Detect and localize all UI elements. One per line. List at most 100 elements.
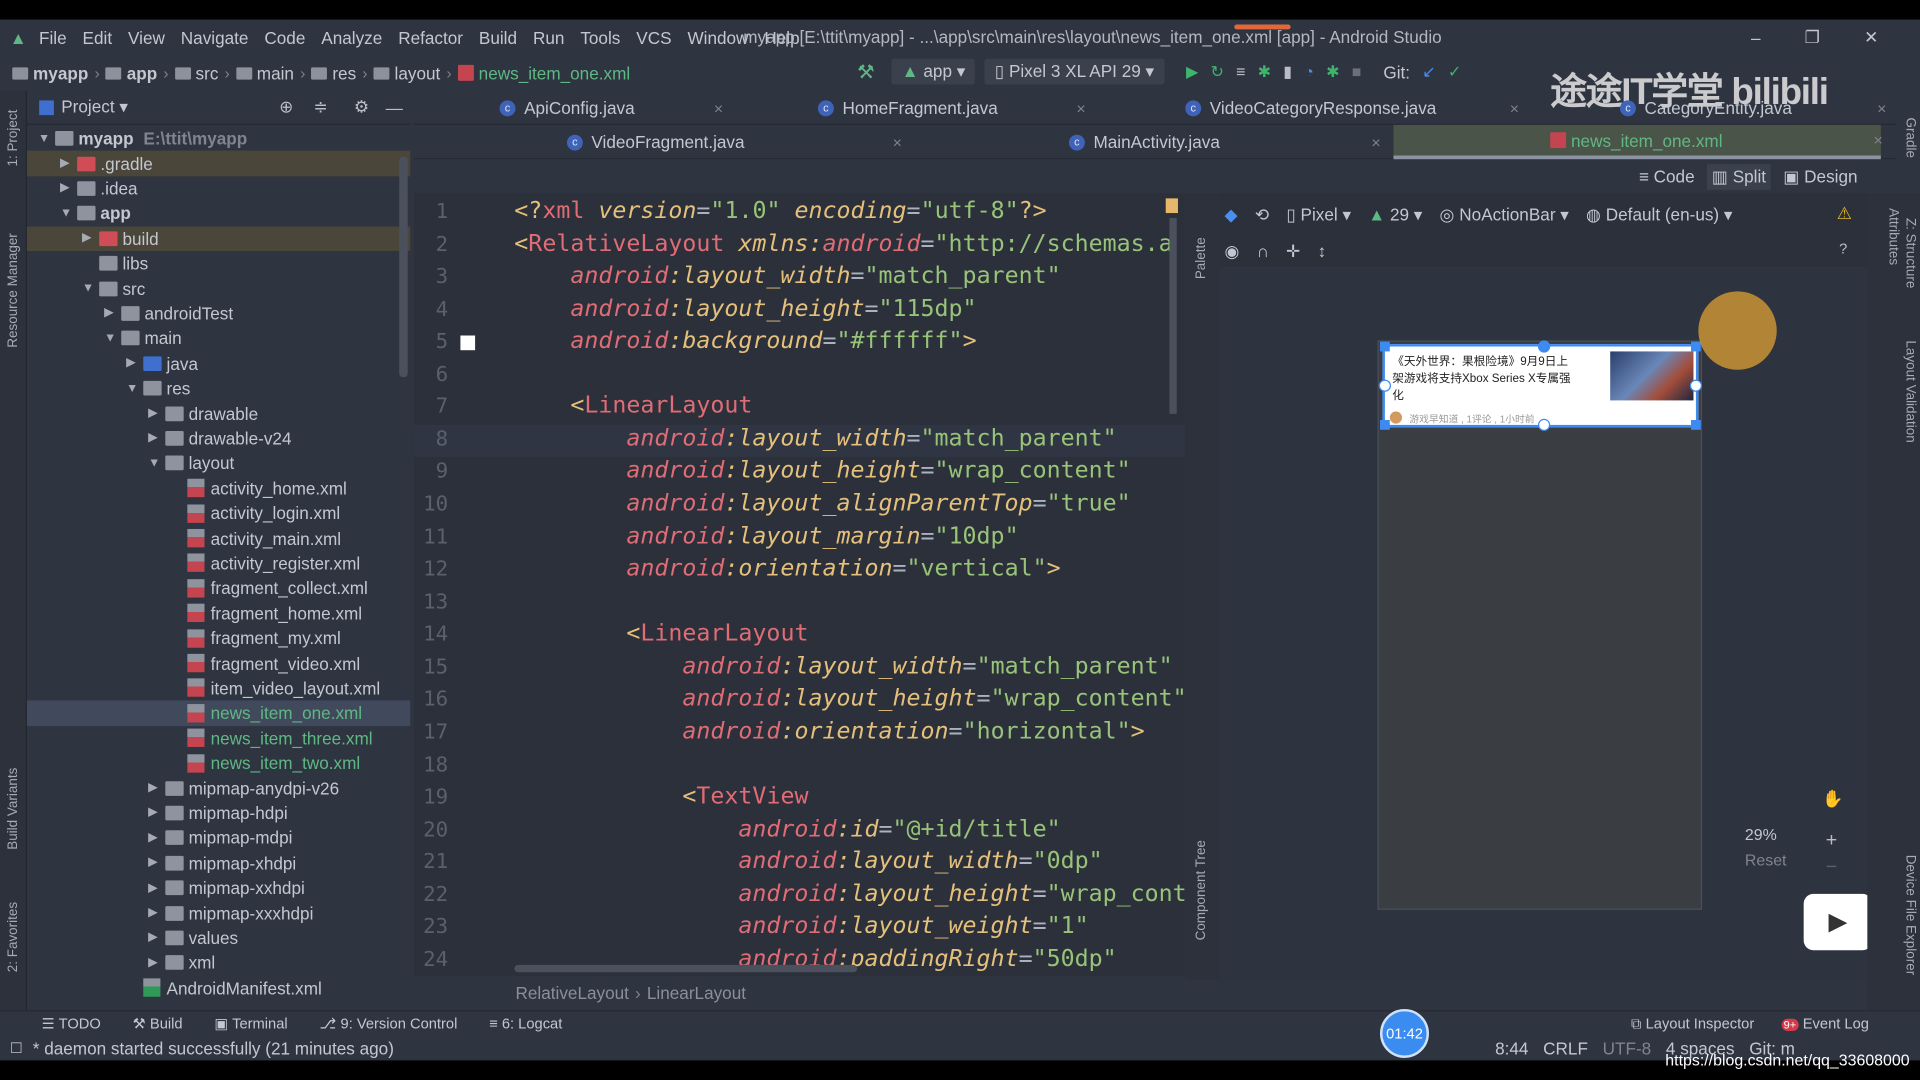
run-config-dropdown[interactable]: ▲ app ▾: [891, 58, 976, 85]
vertical-align-icon[interactable]: ↕: [1318, 241, 1327, 261]
tree-item[interactable]: ▼ src: [27, 276, 410, 301]
close-tab-icon[interactable]: ×: [1873, 131, 1882, 149]
tree-item[interactable]: ▶ .gradle: [26, 151, 411, 177]
chevron-right-icon[interactable]: ▶: [148, 432, 157, 445]
chevron-right-icon[interactable]: ▶: [60, 157, 69, 170]
bottom-tool-todo[interactable]: ☰ TODO: [42, 1015, 101, 1032]
status-toggle-icon[interactable]: ☐: [10, 1040, 23, 1057]
resize-handle[interactable]: [1380, 341, 1390, 352]
tree-item[interactable]: news_item_two.xml: [27, 751, 410, 776]
menu-refactor[interactable]: Refactor: [398, 28, 463, 48]
layout-inspector-button[interactable]: ⧉ Layout Inspector: [1631, 1014, 1754, 1032]
chevron-right-icon[interactable]: ▶: [148, 806, 157, 819]
menu-code[interactable]: Code: [264, 28, 305, 48]
layout-validation-tab[interactable]: Layout Validation: [1903, 340, 1918, 442]
menu-navigate[interactable]: Navigate: [181, 28, 249, 48]
breadcrumb-relativelayout[interactable]: RelativeLayout: [516, 983, 629, 1003]
tree-item[interactable]: ▼ res: [27, 376, 410, 401]
tree-item[interactable]: activity_login.xml: [27, 501, 410, 526]
tree-item[interactable]: activity_main.xml: [27, 526, 410, 551]
locate-icon[interactable]: ⊕: [279, 97, 293, 118]
menu-build[interactable]: Build: [479, 28, 517, 48]
hide-panel-icon[interactable]: —: [386, 97, 403, 117]
tree-item[interactable]: news_item_three.xml: [27, 726, 410, 751]
tree-item[interactable]: ▶ mipmap-hdpi: [27, 801, 410, 826]
chevron-right-icon[interactable]: ▶: [82, 232, 91, 245]
bottom-tool--logcat[interactable]: ≡ 6: Logcat: [489, 1015, 562, 1032]
tree-item[interactable]: ▶ mipmap-xxxhdpi: [27, 900, 410, 925]
editor-tab[interactable]: news_item_one.xml ×: [1393, 124, 1883, 160]
constraint-handle[interactable]: [1537, 340, 1551, 353]
chevron-down-icon[interactable]: ▼: [126, 382, 138, 395]
breadcrumb-item[interactable]: layout: [395, 63, 441, 83]
code-editor[interactable]: 1 <?xml version="1.0" encoding="utf-8"?> 2…: [413, 193, 1186, 976]
apply-changes-icon[interactable]: ↻: [1210, 62, 1223, 82]
tree-item[interactable]: ▶ androidTest: [27, 301, 410, 326]
attributes-tab[interactable]: Attributes: [1886, 208, 1901, 265]
tree-item[interactable]: libs: [27, 251, 410, 276]
editor-tab[interactable]: c VideoFragment.java ×: [566, 125, 902, 159]
file-encoding[interactable]: UTF-8: [1603, 1038, 1652, 1058]
editor-tab[interactable]: c MainActivity.java ×: [1068, 125, 1381, 159]
editor-tab[interactable]: c CategoryEntity.java ×: [1620, 91, 1886, 125]
theme-dropdown[interactable]: ◎ NoActionBar ▾: [1440, 204, 1569, 225]
chevron-right-icon[interactable]: ▶: [148, 931, 157, 944]
resize-handle[interactable]: [1691, 341, 1701, 352]
menu-edit[interactable]: Edit: [83, 28, 113, 48]
tree-item[interactable]: ▶ mipmap-anydpi-v26: [27, 776, 410, 801]
tree-item[interactable]: ▼ myapp E:\ttit\myapp: [27, 126, 410, 151]
tree-item[interactable]: news_item_one.xml: [26, 700, 411, 726]
menu-view[interactable]: View: [128, 28, 165, 48]
chevron-down-icon[interactable]: ▼: [38, 132, 50, 145]
tree-item[interactable]: ▶ java: [27, 351, 410, 376]
gradle-tab[interactable]: Gradle: [1903, 118, 1918, 158]
constraint-handle[interactable]: [1378, 379, 1392, 392]
locale-dropdown[interactable]: ◍ Default (en-us) ▾: [1586, 204, 1732, 225]
news-item-preview[interactable]: 《天外世界：果根险境》9月9日上架游戏将支持Xbox Series X专属强化 …: [1378, 340, 1703, 432]
chevron-right-icon[interactable]: ▶: [104, 307, 113, 320]
tree-item[interactable]: ▶ .idea: [27, 176, 410, 201]
breadcrumb-item[interactable]: src: [196, 63, 219, 83]
favorites-tab[interactable]: 2: Favorites: [6, 902, 21, 972]
component-tree-tab[interactable]: Component Tree: [1194, 840, 1209, 940]
help-icon[interactable]: ?: [1839, 240, 1847, 257]
project-tool-tab[interactable]: 1: Project: [6, 110, 21, 167]
close-tab-icon[interactable]: ×: [1510, 99, 1519, 117]
palette-tab[interactable]: Palette: [1194, 237, 1209, 279]
close-tab-icon[interactable]: ×: [714, 99, 723, 117]
code-view-button[interactable]: ≡ Code: [1639, 167, 1695, 187]
resize-handle[interactable]: [1380, 420, 1390, 430]
menu-window[interactable]: Window: [687, 28, 748, 48]
project-tree-scrollbar[interactable]: [399, 156, 408, 378]
chevron-right-icon[interactable]: ▶: [148, 781, 157, 794]
chevron-down-icon[interactable]: ▼: [60, 207, 72, 220]
structure-tab[interactable]: Z: Structure: [1903, 218, 1918, 288]
tree-item[interactable]: activity_register.xml: [27, 551, 410, 576]
menu-file[interactable]: File: [39, 28, 67, 48]
run-icon[interactable]: ▶: [1186, 62, 1198, 82]
editor-horizontal-scrollbar[interactable]: [514, 964, 858, 973]
tree-item[interactable]: ▶ drawable-v24: [27, 426, 410, 451]
chevron-right-icon[interactable]: ▶: [126, 357, 135, 370]
color-swatch-icon[interactable]: [460, 335, 476, 351]
chevron-down-icon[interactable]: ▼: [148, 457, 160, 470]
build-hammer-icon[interactable]: ⚒: [857, 59, 875, 83]
editor-tab[interactable]: c HomeFragment.java ×: [817, 91, 1086, 125]
resize-handle[interactable]: [1691, 420, 1701, 430]
tree-item[interactable]: ▼ layout: [27, 451, 410, 476]
chevron-down-icon[interactable]: ▼: [104, 332, 116, 345]
git-commit-icon[interactable]: ✓: [1448, 62, 1461, 82]
device-dropdown-design[interactable]: ▯ Pixel ▾: [1286, 204, 1351, 225]
collapse-all-icon[interactable]: ≑: [313, 97, 327, 118]
project-view-dropdown[interactable]: Project ▾: [61, 97, 128, 118]
chevron-right-icon[interactable]: ▶: [148, 881, 157, 894]
debug-icon[interactable]: ✱: [1258, 62, 1271, 82]
menu-vcs[interactable]: VCS: [636, 28, 671, 48]
caret-position[interactable]: 8:44: [1495, 1038, 1528, 1058]
breadcrumb-item[interactable]: main: [257, 63, 294, 83]
magnet-icon[interactable]: ∩: [1257, 241, 1269, 261]
design-view-button[interactable]: ▣ Design: [1783, 166, 1857, 187]
breadcrumb-item[interactable]: myapp: [33, 63, 88, 83]
tree-item[interactable]: ▶ xml: [27, 950, 410, 975]
stop-icon[interactable]: ■: [1352, 62, 1362, 80]
